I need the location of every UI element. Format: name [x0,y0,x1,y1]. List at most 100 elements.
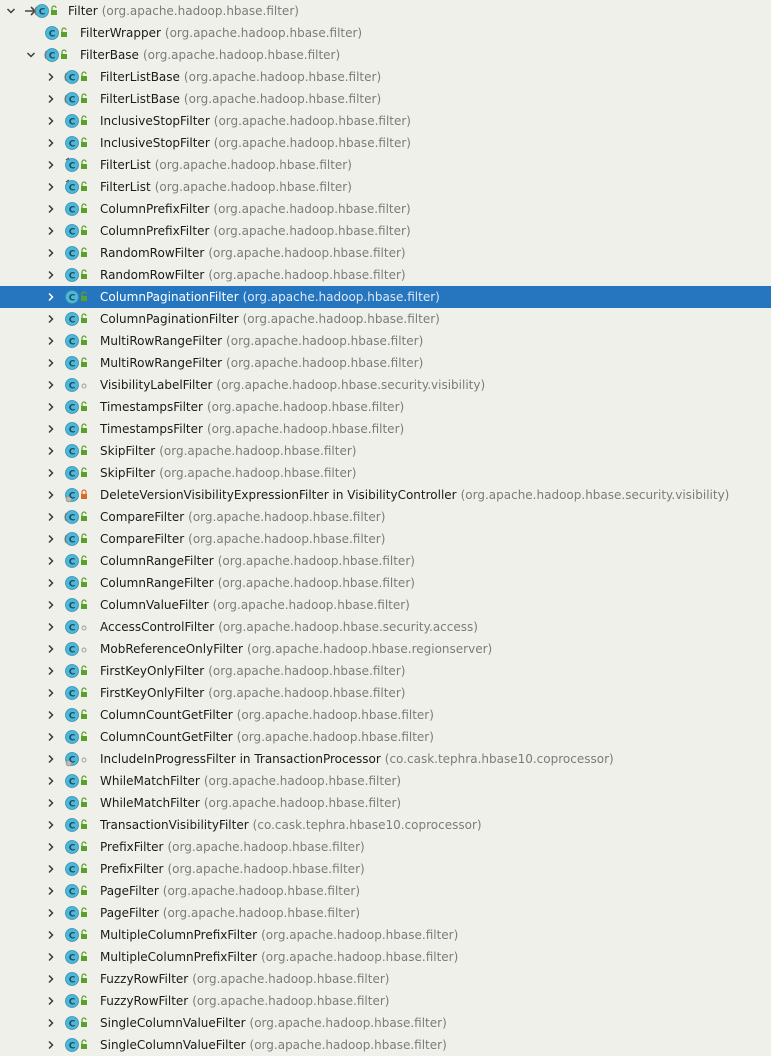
tree-row[interactable]: C ColumnCountGetFilter (org.apache.hadoop.… [0,704,771,726]
tree-row[interactable]: C TransactionVisibilityFilter (co.cask.tep… [0,814,771,836]
chevron-down-icon[interactable] [24,44,38,66]
tree-row[interactable]: C FilterList (org.apache.hadoop.hbase.filt… [0,154,771,176]
tree-row[interactable]: C RandomRowFilter (org.apache.hadoop.hbase… [0,264,771,286]
tree-row[interactable]: C SingleColumnValueFilter (org.apache.hado… [0,1012,771,1034]
chevron-right-icon[interactable] [44,220,58,242]
tree-row-selected[interactable]: C ColumnPaginationFilter (org.apache.hadoo… [0,286,771,308]
chevron-down-icon[interactable] [4,0,18,22]
tree-row[interactable]: C FirstKeyOnlyFilter (org.apache.hadoop.hb… [0,682,771,704]
chevron-right-icon[interactable] [44,198,58,220]
tree-row[interactable]: C MobReferenceOnlyFilter (org.apache.hadoo… [0,638,771,660]
tree-row[interactable]: C ColumnRangeFilter (org.apache.hadoop.hba… [0,572,771,594]
tree-row[interactable]: C VisibilityLabelFilter (org.apache.hadoop… [0,374,771,396]
tree-row[interactable]: C CompareFilter (org.apache.hadoop.hbase.f… [0,528,771,550]
tree-row[interactable]: C ColumnPrefixFilter (org.apache.hadoop.hb… [0,220,771,242]
tree-row[interactable]: C FilterList (org.apache.hadoop.hbase.filt… [0,176,771,198]
tree-row-label: ColumnPaginationFilter (org.apache.hadoop… [100,308,440,330]
tree-row[interactable]: C SkipFilter (org.apache.hadoop.hbase.filt… [0,462,771,484]
tree-row[interactable]: C ColumnPrefixFilter (org.apache.hadoop.hb… [0,198,771,220]
tree-row[interactable]: C FilterWrapper (org.apache.hadoop.hbase.f… [0,22,771,44]
chevron-right-icon[interactable] [44,902,58,924]
tree-row[interactable]: C ColumnValueFilter (org.apache.hadoop.hba… [0,594,771,616]
chevron-right-icon[interactable] [44,638,58,660]
chevron-right-icon[interactable] [44,616,58,638]
chevron-right-icon[interactable] [44,990,58,1012]
chevron-right-icon[interactable] [44,924,58,946]
chevron-right-icon[interactable] [44,1034,58,1056]
chevron-right-icon[interactable] [44,770,58,792]
chevron-right-icon[interactable] [44,726,58,748]
chevron-right-icon[interactable] [44,792,58,814]
chevron-right-icon[interactable] [44,440,58,462]
tree-row[interactable]: C FilterBase (org.apache.hadoop.hbase.filt… [0,44,771,66]
tree-row[interactable]: C TimestampsFilter (org.apache.hadoop.hbas… [0,396,771,418]
chevron-right-icon[interactable] [44,352,58,374]
chevron-right-icon[interactable] [44,396,58,418]
chevron-right-icon[interactable] [44,968,58,990]
tree-row[interactable]: C MultiRowRangeFilter (org.apache.hadoop.h… [0,352,771,374]
tree-row[interactable]: C ColumnPaginationFilter (org.apache.hadoo… [0,308,771,330]
chevron-right-icon[interactable] [44,836,58,858]
chevron-right-icon[interactable] [44,132,58,154]
tree-row[interactable]: C WhileMatchFilter (org.apache.hadoop.hbas… [0,792,771,814]
tree-row[interactable]: C SingleColumnValueFilter (org.apache.hado… [0,1034,771,1056]
tree-row-label: ColumnCountGetFilter (org.apache.hadoop.h… [100,704,434,726]
tree-row[interactable]: C MultipleColumnPrefixFilter (org.apache.h… [0,946,771,968]
tree-row[interactable]: C SkipFilter (org.apache.hadoop.hbase.filt… [0,440,771,462]
chevron-right-icon[interactable] [44,550,58,572]
tree-row[interactable]: C FilterListBase (org.apache.hadoop.hbase.… [0,66,771,88]
tree-row[interactable]: C FirstKeyOnlyFilter (org.apache.hadoop.hb… [0,660,771,682]
chevron-right-icon[interactable] [44,484,58,506]
tree-row[interactable]: C FuzzyRowFilter (org.apache.hadoop.hbase.… [0,990,771,1012]
chevron-right-icon[interactable] [44,88,58,110]
tree-row[interactable]: C Filter (org.apache.hadoop.hbase.filter) [0,0,771,22]
chevron-right-icon[interactable] [44,154,58,176]
chevron-right-icon[interactable] [44,110,58,132]
chevron-right-icon[interactable] [44,682,58,704]
chevron-right-icon[interactable] [44,660,58,682]
tree-row[interactable]: C DeleteVersionVisibilityExpressionFilter… [0,484,771,506]
tree-row[interactable]: C FilterListBase (org.apache.hadoop.hbase.… [0,88,771,110]
chevron-right-icon[interactable] [44,462,58,484]
chevron-right-icon[interactable] [44,814,58,836]
chevron-right-icon[interactable] [44,594,58,616]
chevron-right-icon[interactable] [44,880,58,902]
chevron-right-icon[interactable] [44,572,58,594]
tree-row[interactable]: C MultiRowRangeFilter (org.apache.hadoop.h… [0,330,771,352]
tree-row[interactable]: C AccessControlFilter (org.apache.hadoop.h… [0,616,771,638]
chevron-right-icon[interactable] [44,374,58,396]
chevron-right-icon[interactable] [44,418,58,440]
class-icon: C [64,1037,90,1053]
tree-row[interactable]: C ColumnCountGetFilter (org.apache.hadoop.… [0,726,771,748]
class-name: ColumnCountGetFilter [100,708,233,722]
tree-row[interactable]: C CompareFilter (org.apache.hadoop.hbase.f… [0,506,771,528]
chevron-right-icon[interactable] [44,286,58,308]
tree-row[interactable]: C FuzzyRowFilter (org.apache.hadoop.hbase.… [0,968,771,990]
chevron-right-icon[interactable] [44,330,58,352]
tree-row[interactable]: C IncludeInProgressFilter in TransactionP… [0,748,771,770]
tree-row[interactable]: C ColumnRangeFilter (org.apache.hadoop.hba… [0,550,771,572]
chevron-right-icon[interactable] [44,704,58,726]
tree-row[interactable]: C PrefixFilter (org.apache.hadoop.hbase.fi… [0,858,771,880]
tree-row[interactable]: C RandomRowFilter (org.apache.hadoop.hbase… [0,242,771,264]
chevron-right-icon[interactable] [44,242,58,264]
chevron-right-icon[interactable] [44,946,58,968]
tree-row[interactable]: C WhileMatchFilter (org.apache.hadoop.hbas… [0,770,771,792]
chevron-right-icon[interactable] [44,66,58,88]
chevron-right-icon[interactable] [44,528,58,550]
chevron-right-icon[interactable] [44,1012,58,1034]
tree-row[interactable]: C InclusiveStopFilter (org.apache.hadoop.h… [0,110,771,132]
chevron-right-icon[interactable] [44,858,58,880]
tree-row[interactable]: C PrefixFilter (org.apache.hadoop.hbase.fi… [0,836,771,858]
class-name: ColumnValueFilter [100,598,209,612]
tree-row[interactable]: C TimestampsFilter (org.apache.hadoop.hbas… [0,418,771,440]
chevron-right-icon[interactable] [44,176,58,198]
chevron-right-icon[interactable] [44,308,58,330]
tree-row[interactable]: C PageFilter (org.apache.hadoop.hbase.filt… [0,880,771,902]
tree-row[interactable]: C InclusiveStopFilter (org.apache.hadoop.h… [0,132,771,154]
tree-row[interactable]: C PageFilter (org.apache.hadoop.hbase.filt… [0,902,771,924]
tree-row[interactable]: C MultipleColumnPrefixFilter (org.apache.h… [0,924,771,946]
chevron-right-icon[interactable] [44,748,58,770]
chevron-right-icon[interactable] [44,264,58,286]
chevron-right-icon[interactable] [44,506,58,528]
